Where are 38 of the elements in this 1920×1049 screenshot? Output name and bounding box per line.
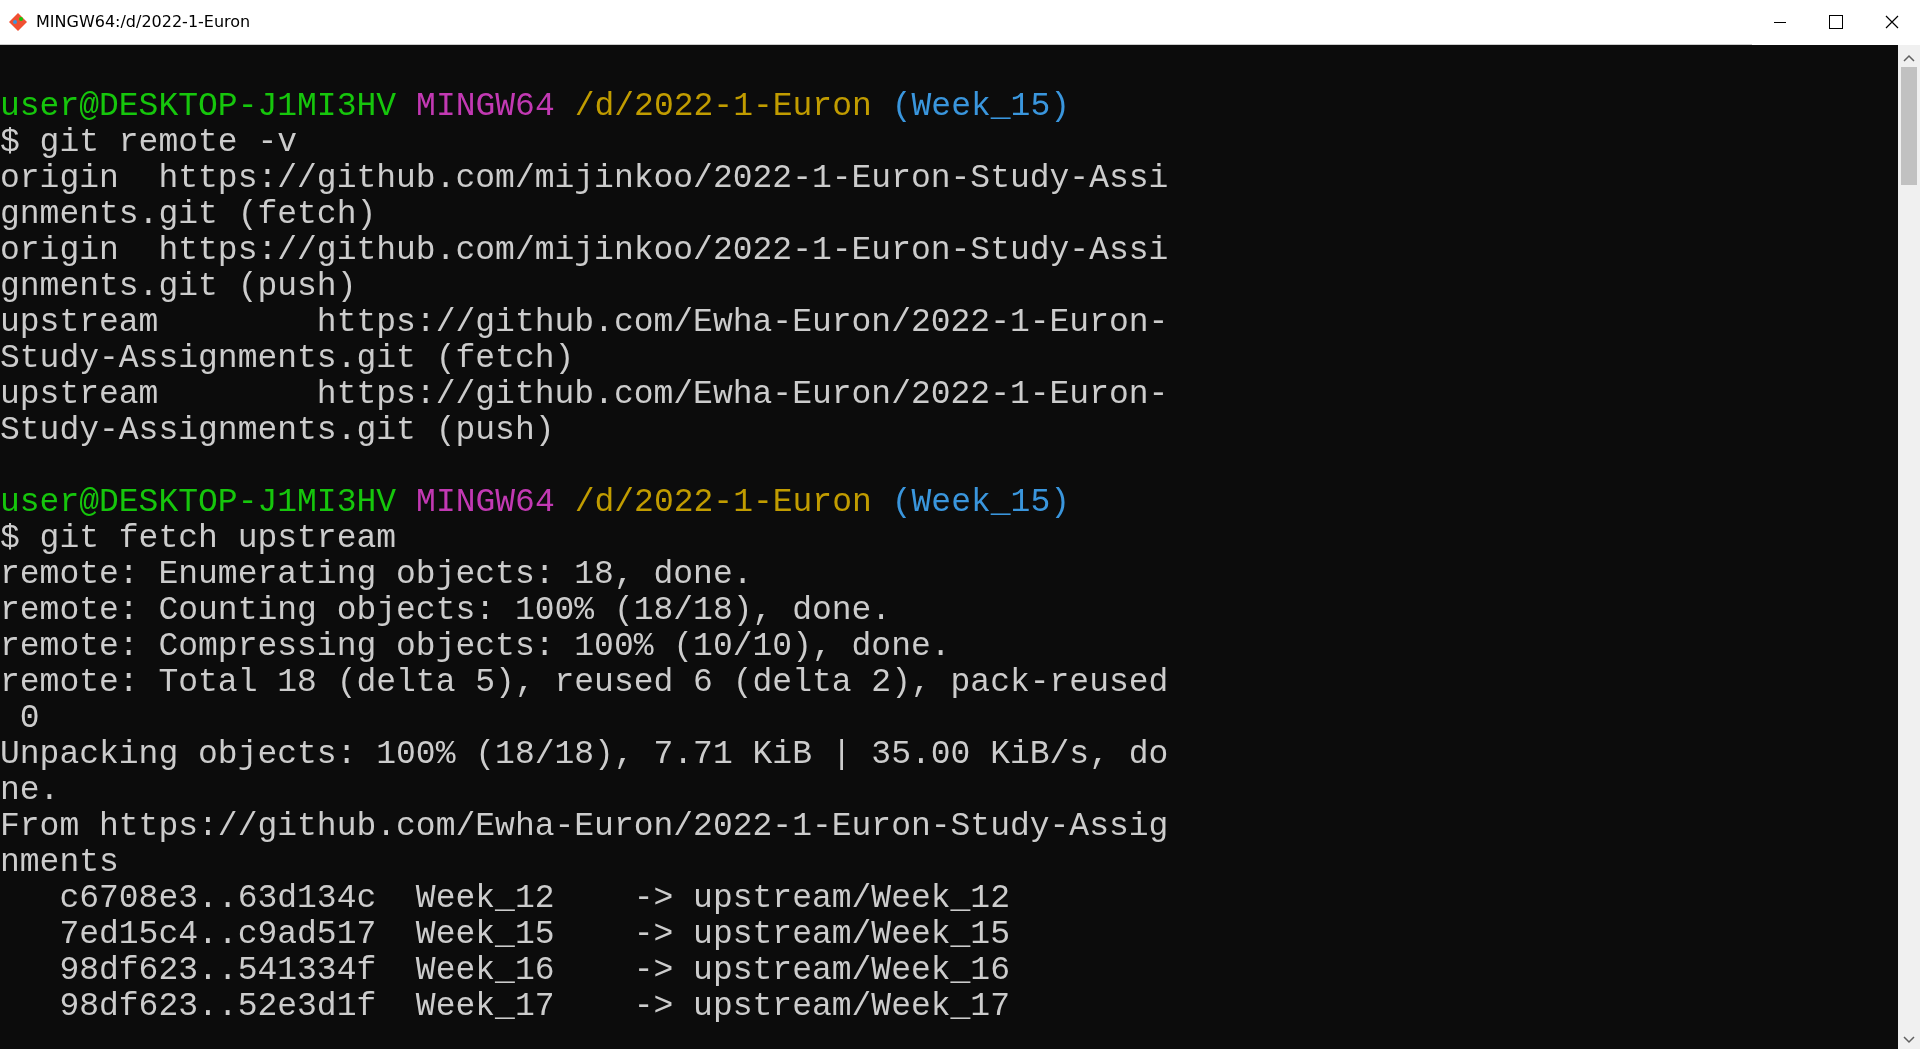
terminal-line: $ git remote -v bbox=[0, 125, 298, 161]
terminal-line: 7ed15c4..c9ad517 Week_15 -> upstream/Week_15 bbox=[58, 917, 1010, 953]
prompt-shell: MINGW64 bbox=[416, 485, 555, 521]
prompt-shell: MINGW64 bbox=[416, 89, 555, 125]
terminal-line: gnments.git (fetch) bbox=[0, 197, 377, 233]
terminal-line: 98df623..52e3d1f Week_17 -> upstream/Week_17 bbox=[58, 989, 1010, 1025]
terminal-line: upstream https://github.com/Ewha-Euron/2022-1-Euron- bbox=[0, 305, 1169, 341]
terminal-line: c6708e3..63d134c Week_12 -> upstream/Week_12 bbox=[58, 881, 1010, 917]
terminal-line: origin https://github.com/mijinkoo/2022-1-Euron-Study-Assi bbox=[0, 161, 1169, 197]
prompt-user: user@DESKTOP-J1MI3HV bbox=[0, 89, 397, 125]
terminal-line: remote: Compressing objects: 100% (10/10), done. bbox=[0, 629, 951, 665]
terminal-line: 0 bbox=[18, 701, 40, 737]
terminal-line: ne. bbox=[0, 773, 60, 809]
terminal-line: remote: Counting objects: 100% (18/18), done. bbox=[0, 593, 892, 629]
terminal-line: nments bbox=[0, 845, 119, 881]
prompt-branch: (Week_15) bbox=[891, 89, 1070, 125]
terminal-line: 98df623..541334f Week_16 -> upstream/Week_16 bbox=[58, 953, 1010, 989]
terminal-line: remote: Enumerating objects: 18, done. bbox=[0, 557, 753, 593]
scrollbar-thumb[interactable] bbox=[1901, 67, 1917, 185]
prompt-branch: (Week_15) bbox=[891, 485, 1070, 521]
maximize-icon bbox=[1829, 15, 1843, 29]
minimize-icon bbox=[1774, 21, 1786, 23]
close-icon bbox=[1885, 15, 1899, 29]
window-title: MINGW64:/d/2022-1-Euron bbox=[36, 11, 252, 33]
prompt-path: /d/2022-1-Euron bbox=[574, 485, 872, 521]
terminal-line: gnments.git (push) bbox=[0, 269, 357, 305]
terminal-line: upstream https://github.com/Ewha-Euron/2022-1-Euron- bbox=[0, 377, 1169, 413]
scrollbar[interactable] bbox=[1898, 45, 1920, 1049]
terminal-line: Study-Assignments.git (fetch) bbox=[0, 341, 575, 377]
terminal-line: origin https://github.com/mijinkoo/2022-1-Euron-Study-Assi bbox=[0, 233, 1169, 269]
terminal-line: $ git fetch upstream bbox=[0, 521, 397, 557]
prompt-path: /d/2022-1-Euron bbox=[574, 89, 872, 125]
prompt-user: user@DESKTOP-J1MI3HV bbox=[0, 485, 397, 521]
terminal-line: From https://github.com/Ewha-Euron/2022-1-Euron-Study-Assig bbox=[0, 809, 1169, 845]
terminal-line: Study-Assignments.git (push) bbox=[0, 413, 555, 449]
terminal-line: remote: Total 18 (delta 5), reused 6 (delta 2), pack-reused bbox=[0, 665, 1169, 701]
terminal-line: Unpacking objects: 100% (18/18), 7.71 KiB | 35.00 KiB/s, do bbox=[0, 737, 1169, 773]
app-icon bbox=[8, 12, 28, 32]
